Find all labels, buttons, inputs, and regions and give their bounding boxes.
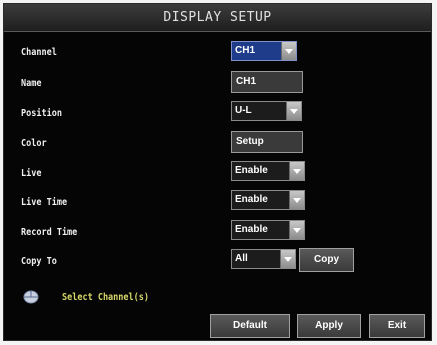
copy-to-label: Copy To: [21, 256, 57, 267]
record-time-value: Enable: [235, 224, 268, 235]
copy-button[interactable]: Copy: [299, 248, 354, 272]
name-field[interactable]: CH1: [231, 71, 303, 93]
copy-to-value: All: [235, 253, 248, 264]
default-button[interactable]: Default: [210, 314, 290, 338]
chevron-down-icon: [289, 221, 304, 239]
position-select[interactable]: U-L: [231, 101, 302, 121]
chevron-down-icon: [281, 42, 296, 60]
exit-button[interactable]: Exit: [369, 314, 425, 338]
live-time-select[interactable]: Enable: [231, 190, 305, 210]
color-setup-label: Setup: [236, 136, 264, 147]
color-label: Color: [21, 138, 47, 149]
live-select[interactable]: Enable: [231, 161, 305, 181]
channel-value: CH1: [235, 45, 256, 56]
name-value: CH1: [236, 76, 257, 87]
color-setup-button[interactable]: Setup: [231, 131, 303, 153]
live-value: Enable: [235, 165, 268, 176]
position-label: Position: [21, 108, 62, 119]
name-label: Name: [21, 78, 42, 89]
chevron-down-icon: [289, 162, 304, 180]
channel-label: Channel: [21, 47, 57, 58]
live-time-value: Enable: [235, 194, 268, 205]
hint-text: Select Channel(s): [62, 292, 150, 303]
chevron-down-icon: [289, 191, 304, 209]
live-time-label: Live Time: [21, 197, 68, 208]
channel-select[interactable]: CH1: [231, 41, 297, 61]
copy-to-select[interactable]: All: [231, 249, 296, 269]
chevron-down-icon: [280, 250, 295, 268]
apply-button[interactable]: Apply: [297, 314, 361, 338]
live-label: Live: [21, 168, 42, 179]
record-time-label: Record Time: [21, 227, 78, 238]
display-setup-window: DISPLAY SETUP Channel CH1 Name CH1 Posit…: [3, 3, 432, 341]
mouse-icon: [23, 290, 39, 304]
position-value: U-L: [235, 105, 252, 116]
window-title: DISPLAY SETUP: [4, 4, 431, 32]
record-time-select[interactable]: Enable: [231, 220, 305, 240]
chevron-down-icon: [286, 102, 301, 120]
